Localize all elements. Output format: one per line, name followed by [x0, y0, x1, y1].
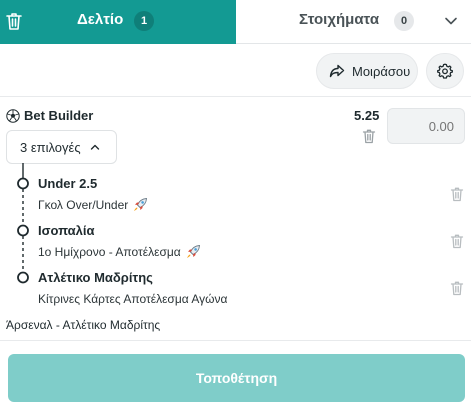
- tab-bets-label: Στοιχήματα: [299, 11, 380, 28]
- leg-title: Under 2.5: [38, 176, 98, 191]
- match-name: Άρσεναλ - Ατλέτικο Μαδρίτης: [6, 318, 161, 332]
- trash-icon[interactable]: [362, 128, 376, 144]
- place-bet-button[interactable]: Τοποθέτηση: [8, 354, 465, 402]
- leg-market: 1ο Ημίχρονο - Αποτέλεσμα: [38, 244, 201, 260]
- share-button-label: Μοιράσου: [352, 63, 411, 79]
- bets-count-badge: 0: [394, 11, 414, 31]
- trash-icon[interactable]: [450, 233, 464, 249]
- selections-count-label: 3 επιλογές: [20, 139, 81, 155]
- chevron-up-icon: [90, 144, 99, 150]
- stake-input[interactable]: [387, 108, 465, 144]
- place-bet-label: Τοποθέτηση: [195, 370, 278, 386]
- tab-betslip[interactable]: Δελτίο 1: [0, 0, 236, 44]
- chevron-down-icon[interactable]: [444, 14, 458, 28]
- leg-title: Ισοπαλία: [38, 223, 95, 238]
- leg-market: Γκολ Over/Under: [38, 197, 148, 213]
- trash-icon[interactable]: [5, 11, 23, 31]
- leg-market-label: 1ο Ημίχρονο - Αποτέλεσμα: [38, 245, 181, 259]
- leg-market-label: Κίτρινες Κάρτες Αποτέλεσμα Αγώνα: [38, 292, 228, 306]
- tab-betslip-label: Δελτίο: [77, 11, 124, 28]
- settings-button[interactable]: [426, 53, 464, 89]
- leg-title: Ατλέτικο Μαδρίτης: [38, 270, 153, 285]
- tab-bets[interactable]: Στοιχήματα 0: [236, 0, 471, 44]
- betslip-tabs: Δελτίο 1 Στοιχήματα 0: [0, 0, 471, 44]
- trash-icon[interactable]: [450, 186, 464, 202]
- rocket-icon: [134, 198, 148, 211]
- selections-toggle[interactable]: 3 επιλογές: [6, 130, 117, 164]
- gear-icon: [437, 63, 453, 79]
- bet-builder-title: Bet Builder: [24, 108, 94, 123]
- rocket-icon: [186, 245, 200, 258]
- leg-market-label: Γκολ Over/Under: [38, 198, 129, 212]
- divider: [0, 96, 471, 97]
- share-arrow-icon: [329, 64, 345, 78]
- share-button[interactable]: Μοιράσου: [316, 53, 418, 89]
- total-odds: 5.25: [354, 108, 380, 123]
- leg-market: Κίτρινες Κάρτες Αποτέλεσμα Αγώνα: [38, 292, 227, 306]
- trash-icon[interactable]: [450, 280, 464, 296]
- divider: [0, 340, 471, 341]
- betslip-count-badge: 1: [134, 11, 154, 31]
- soccer-ball-icon: [6, 109, 20, 123]
